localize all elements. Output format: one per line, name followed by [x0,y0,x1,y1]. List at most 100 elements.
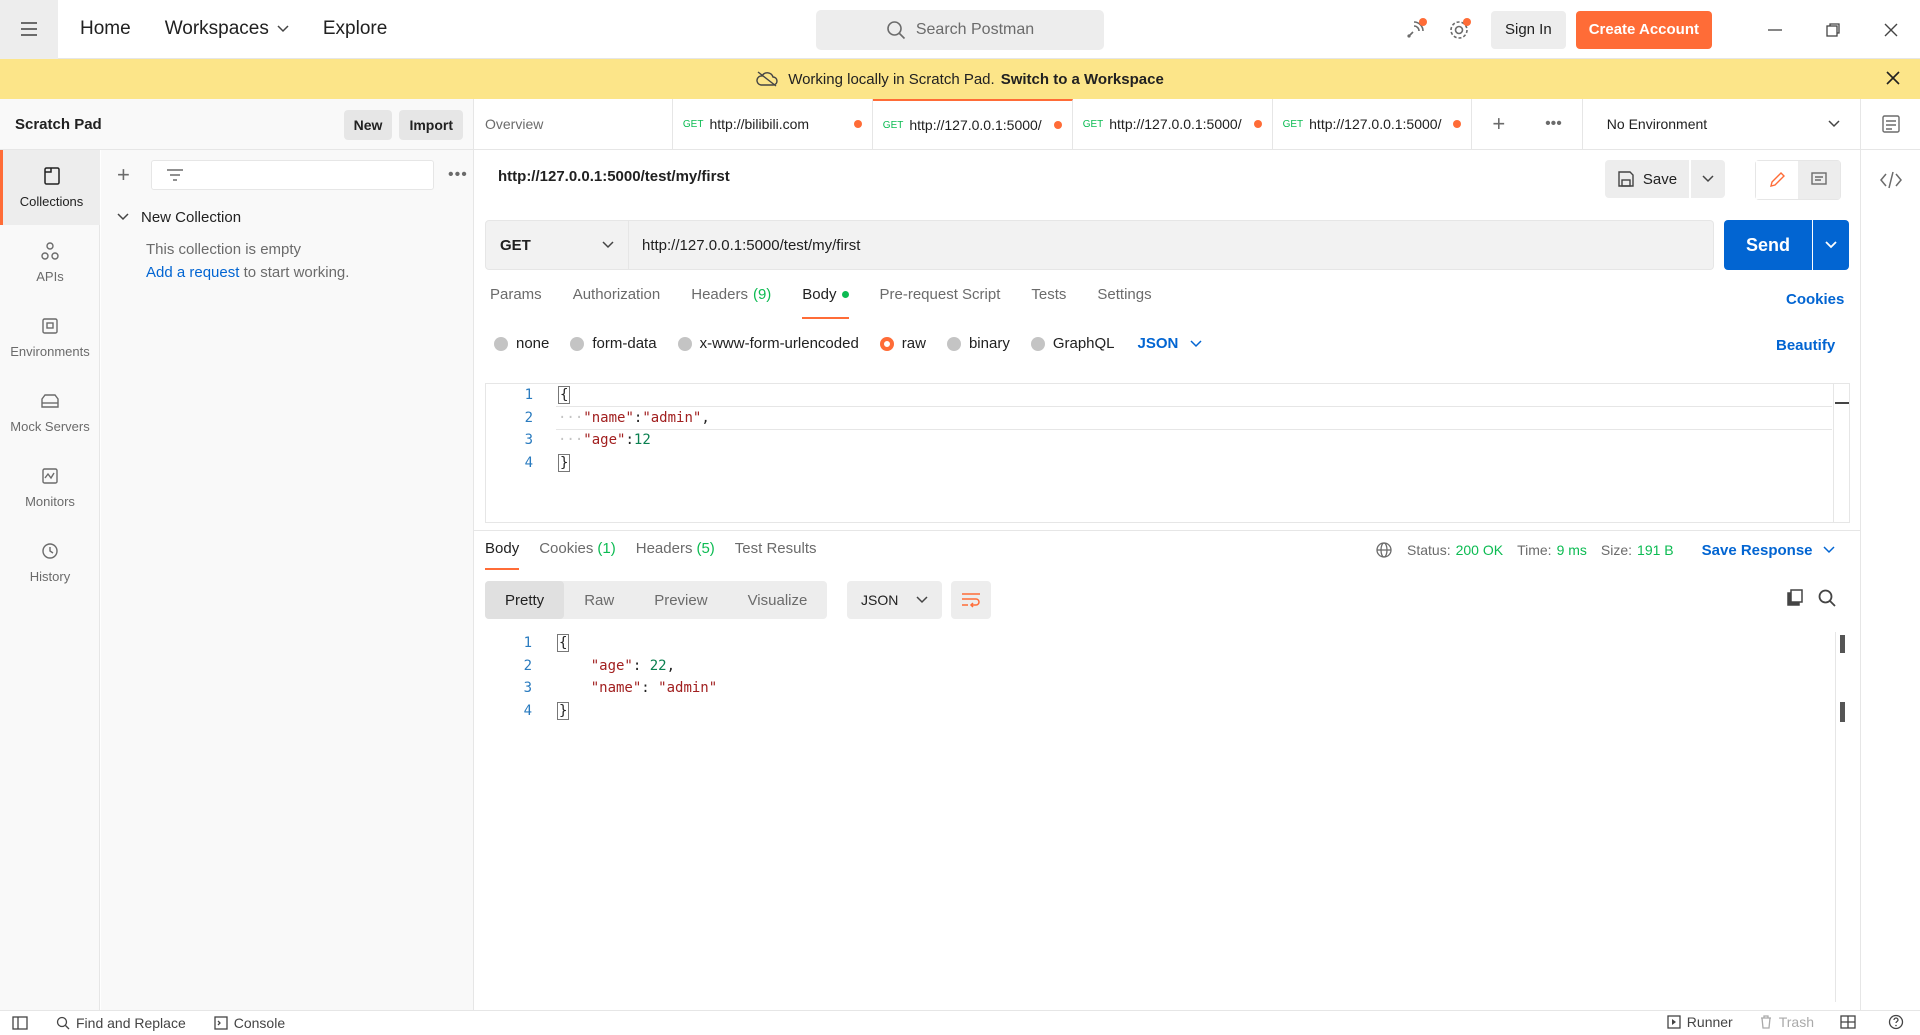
time-value[interactable]: 9 ms [1557,542,1587,558]
nav-home[interactable]: Home [68,0,143,59]
new-button[interactable]: New [343,110,393,140]
create-account-button[interactable]: Create Account [1575,10,1712,49]
sign-in-button[interactable]: Sign In [1490,10,1566,49]
body-type-form-data[interactable]: form-data [570,335,657,352]
request-body-editor[interactable]: 1 { 2 ··· "name": "admin", 3 ··· "age":12 4… [485,383,1850,523]
code-line: 4 } [486,452,1849,475]
restore-button[interactable] [1804,0,1862,59]
code-token: 22 [649,657,667,674]
response-divider[interactable] [474,530,1860,531]
request-tab[interactable]: GET http://bilibili.com [673,99,873,149]
response-tab-cookies[interactable]: Cookies (1) [539,540,616,570]
save-options-button[interactable] [1691,160,1725,198]
view-visualize-button[interactable]: Visualize [728,581,828,619]
raw-format-select[interactable]: JSON [1138,335,1203,352]
view-preview-button[interactable]: Preview [634,581,727,619]
rail-item-collections[interactable]: Collections [0,150,100,225]
import-button[interactable]: Import [399,110,463,140]
view-raw-button[interactable]: Raw [564,581,634,619]
response-tab-body[interactable]: Body [485,540,520,570]
edit-mode-button[interactable] [1756,161,1798,199]
filter-input[interactable] [151,160,434,190]
tab-authorization[interactable]: Authorization [573,286,661,320]
size-value[interactable]: 191 B [1637,542,1674,558]
body-type-raw[interactable]: raw [879,335,926,352]
request-tab[interactable]: GET http://127.0.0.1:5000/ [1273,99,1473,149]
nav-workspaces[interactable]: Workspaces [153,0,301,59]
copy-icon[interactable] [1785,588,1805,608]
nav-explore[interactable]: Explore [311,0,399,59]
tab-body[interactable]: Body [802,286,849,320]
find-replace-button[interactable]: Find and Replace [56,1015,186,1031]
scrollbar-thumb[interactable] [1835,402,1849,404]
help-button[interactable] [1888,1014,1910,1030]
status-value[interactable]: 200 OK [1456,542,1503,558]
environment-select[interactable]: No Environment [1581,99,1861,149]
add-request-link[interactable]: Add a request [146,264,239,281]
body-type-graphql[interactable]: GraphQL [1030,335,1115,352]
body-type-binary[interactable]: binary [946,335,1010,352]
settings-button[interactable] [1441,12,1477,48]
empty-collection-message: This collection is empty Add a request t… [146,238,473,284]
view-pretty-button[interactable]: Pretty [485,581,565,619]
tab-overview[interactable]: Overview [474,99,673,149]
url-input[interactable]: http://127.0.0.1:5000/test/my/first [629,220,1714,270]
response-format-select[interactable]: JSON [847,581,942,619]
more-options-icon[interactable]: ••• [448,166,468,184]
save-icon [1618,171,1634,187]
save-response-button[interactable]: Save Response [1702,542,1835,559]
response-tab-headers[interactable]: Headers (5) [636,540,715,570]
tab-tests[interactable]: Tests [1031,286,1066,320]
request-title[interactable]: http://127.0.0.1:5000/test/my/first [498,168,730,185]
runner-button[interactable]: Runner [1667,1014,1733,1030]
add-collection-icon[interactable]: + [117,162,141,188]
send-button[interactable]: Send [1724,220,1812,270]
minimize-button[interactable] [1746,0,1804,59]
tab-headers[interactable]: Headers (9) [691,286,771,320]
cookies-link[interactable]: Cookies [1786,291,1844,308]
environment-quick-look-button[interactable] [1860,99,1920,149]
collections-icon [43,167,60,185]
search-input[interactable]: Search Postman [816,10,1104,50]
search-icon[interactable] [1817,588,1837,608]
code-snippet-button[interactable] [1861,150,1920,210]
body-type-none[interactable]: none [494,335,549,352]
request-config-tabs: Params Authorization Headers (9) Body Pr… [490,286,1183,320]
rail-item-apis[interactable]: APIs [0,225,100,300]
menu-icon[interactable] [0,0,58,59]
rail-item-mock-servers[interactable]: Mock Servers [0,375,100,450]
comments-mode-button[interactable] [1798,161,1840,199]
rail-item-monitors[interactable]: Monitors [0,450,100,525]
new-tab-icon[interactable]: + [1492,111,1505,137]
collection-item[interactable]: New Collection [117,200,473,234]
format-value: JSON [861,592,899,608]
body-type-urlencoded[interactable]: x-www-form-urlencoded [677,335,859,352]
sync-status-button[interactable] [1397,12,1433,48]
editor-scrollbar[interactable] [1833,384,1849,522]
rail-item-history[interactable]: History [0,525,100,600]
send-options-button[interactable] [1813,220,1849,270]
method-select[interactable]: GET [485,220,629,270]
response-body-viewer[interactable]: 1 { 2 "age": 22, 3 "name": "admin" 4 } [485,632,1845,1002]
beautify-link[interactable]: Beautify [1776,337,1835,354]
tab-settings[interactable]: Settings [1097,286,1151,320]
close-banner-icon[interactable] [1884,69,1902,87]
response-tab-test-results[interactable]: Test Results [735,540,817,570]
wrap-lines-button[interactable] [951,581,991,619]
toggle-sidebar-button[interactable] [12,1016,34,1030]
rail-item-environments[interactable]: Environments [0,300,100,375]
console-button[interactable]: Console [214,1015,285,1031]
request-tab-active[interactable]: GET http://127.0.0.1:5000/ [872,99,1073,149]
trash-button[interactable]: Trash [1759,1014,1814,1030]
request-tab[interactable]: GET http://127.0.0.1:5000/ [1073,99,1273,149]
close-window-button[interactable] [1862,0,1920,59]
two-pane-view-button[interactable] [1840,1015,1862,1029]
scrollbar-thumb[interactable] [1840,635,1845,653]
globe-icon[interactable] [1375,541,1393,559]
tab-prerequest-script[interactable]: Pre-request Script [880,286,1001,320]
tab-more-icon[interactable]: ••• [1545,115,1562,133]
switch-workspace-link[interactable]: Switch to a Workspace [1001,71,1164,88]
tab-params[interactable]: Params [490,286,542,320]
save-button[interactable]: Save [1605,160,1689,198]
url-bar: GET http://127.0.0.1:5000/test/my/first [485,220,1714,270]
